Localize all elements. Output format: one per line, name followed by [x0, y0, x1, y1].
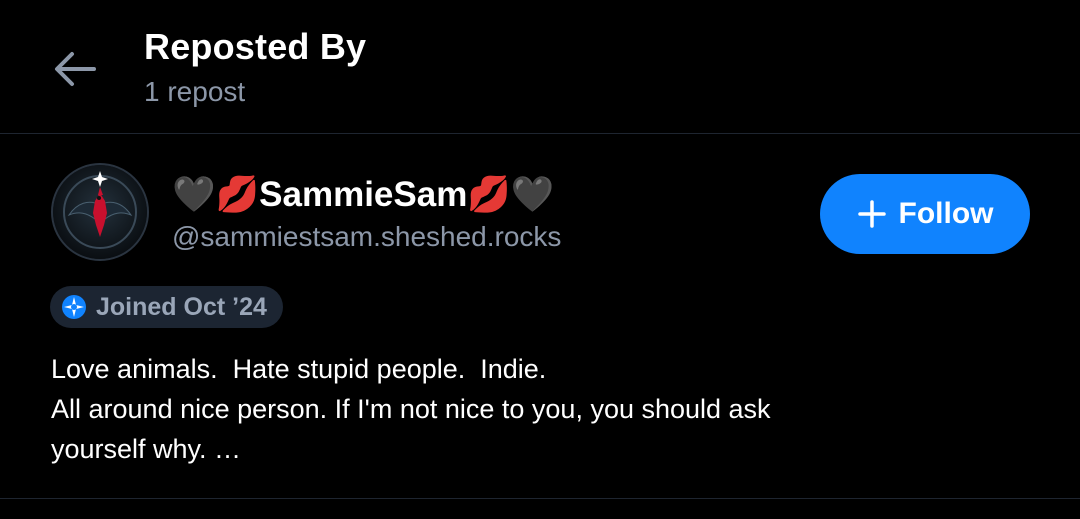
header: Reposted By 1 repost — [0, 0, 1080, 134]
follow-button[interactable]: Follow — [820, 174, 1030, 254]
bio-line: yourself why. … — [51, 434, 242, 464]
bio-line: All around nice person. If I'm not nice … — [51, 394, 771, 424]
joined-label: Joined Oct ’24 — [96, 292, 267, 321]
reposted-by-screen: Reposted By 1 repost 🖤💋SammieSam💋🖤 @samm… — [0, 0, 1080, 519]
bio-line: Love animals. Hate stupid people. Indie. — [51, 354, 547, 384]
arrow-left-icon — [55, 52, 96, 86]
page-title: Reposted By — [144, 26, 367, 67]
display-name[interactable]: 🖤💋SammieSam💋🖤 — [172, 174, 555, 215]
joined-badge: Joined Oct ’24 — [50, 286, 283, 328]
user-bio: Love animals. Hate stupid people. Indie.… — [51, 349, 1041, 469]
repost-count: 1 repost — [144, 76, 246, 107]
back-button[interactable] — [44, 44, 104, 94]
cardinal-emblem-avatar — [53, 165, 147, 259]
follow-label: Follow — [898, 197, 994, 230]
avatar[interactable] — [51, 163, 149, 261]
plus-icon — [857, 199, 887, 229]
sparkle-badge-icon — [60, 293, 88, 321]
user-handle[interactable]: @sammiestsam.sheshed.rocks — [172, 221, 561, 253]
user-list-item[interactable]: 🖤💋SammieSam💋🖤 @sammiestsam.sheshed.rocks… — [0, 135, 1080, 499]
